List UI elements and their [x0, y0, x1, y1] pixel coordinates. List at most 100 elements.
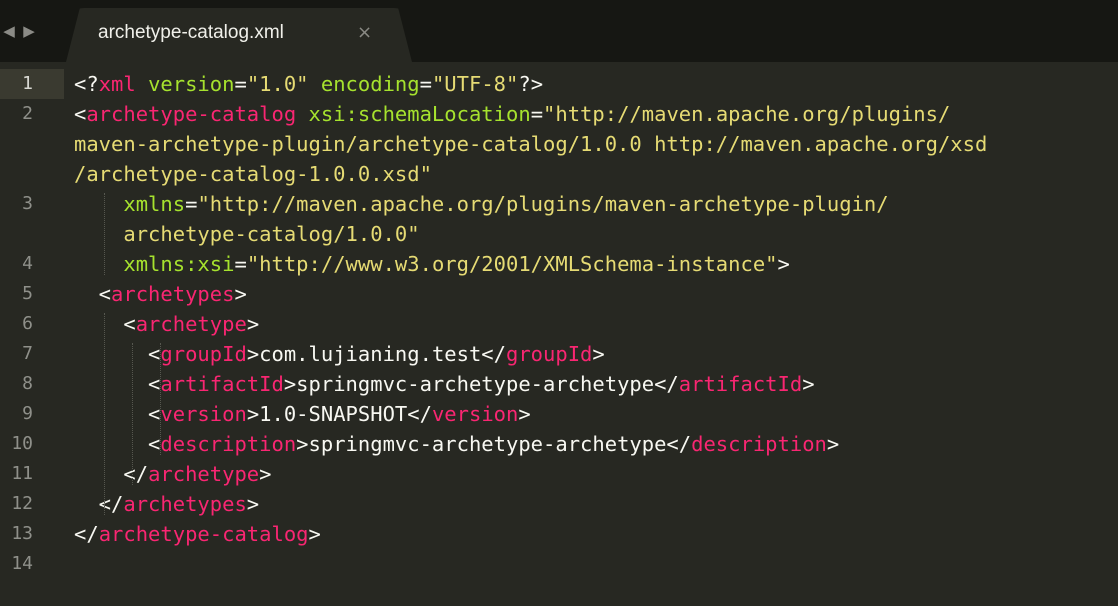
code-token: < [74, 282, 112, 306]
code-token: < [74, 432, 161, 456]
line-number: 12 [11, 493, 33, 514]
code-token: > [826, 432, 840, 456]
code-token: /archetype-catalog-1.0.0.xsd" [74, 162, 432, 186]
code-token: >springmvc-archetype-archetype</ [283, 372, 679, 396]
code-token: < [74, 402, 161, 426]
code-line: 3 xmlns="http://maven.apache.org/plugins… [0, 189, 1118, 219]
code-token: groupId [506, 342, 593, 366]
code-token: xmlns:xsi [123, 252, 235, 276]
code-token: > [234, 282, 247, 306]
code-token: > [777, 252, 790, 276]
code-token: "http://www.w3.org/2001/XMLSchema-instan… [246, 252, 778, 276]
code-text: </archetype-catalog> [74, 519, 321, 549]
line-number: 10 [11, 433, 33, 454]
code-token: description [160, 432, 297, 456]
tab-bar: ◀ ▶ archetype-catalog.xml × [0, 0, 1118, 62]
indent-guide [132, 343, 133, 485]
code-text: <?xml version="1.0" encoding="UTF-8"?> [74, 69, 543, 99]
line-number: 8 [22, 373, 33, 394]
code-token: "UTF-8" [431, 72, 519, 96]
code-token: version [160, 402, 247, 426]
line-number: 1 [22, 73, 33, 94]
code-token: >springmvc-archetype-archetype</ [296, 432, 692, 456]
code-line: 14 [0, 549, 1118, 579]
code-token: > [802, 372, 815, 396]
code-line: 7 <groupId>com.lujianing.test</groupId> [0, 339, 1118, 369]
code-text: <version>1.0-SNAPSHOT</version> [74, 399, 531, 429]
code-token: archetype-catalog [86, 102, 297, 126]
code-text: /archetype-catalog-1.0.0.xsd" [74, 159, 432, 189]
code-text: <artifactId>springmvc-archetype-archetyp… [74, 369, 815, 399]
code-token: </ [74, 522, 99, 546]
indent-guide [160, 343, 161, 455]
code-token: = [419, 72, 432, 96]
close-icon[interactable]: × [357, 22, 372, 43]
code-token: </ [74, 492, 124, 516]
indent-guide [104, 313, 105, 515]
code-text: maven-archetype-plugin/archetype-catalog… [74, 129, 987, 159]
line-number: 6 [22, 313, 33, 334]
code-token: xmlns [123, 192, 186, 216]
code-token: > [518, 402, 531, 426]
code-token: > [246, 492, 260, 516]
line-number: 4 [22, 253, 33, 274]
code-text: </archetypes> [74, 489, 259, 519]
code-token: <? [74, 72, 99, 96]
chevron-right-icon[interactable]: ▶ [20, 22, 40, 40]
code-token: artifactId [160, 372, 284, 396]
line-number: 9 [22, 403, 33, 424]
code-text: <description>springmvc-archetype-archety… [74, 429, 839, 459]
code-token: archetype-catalog [98, 522, 309, 546]
code-token: > [592, 342, 605, 366]
code-token: version [431, 402, 519, 426]
code-token: "1.0" [246, 72, 309, 96]
code-text: <archetypes> [74, 279, 247, 309]
code-token: "http://maven.apache.org/plugins/ [543, 102, 951, 126]
code-text: <groupId>com.lujianing.test</groupId> [74, 339, 605, 369]
code-token: encoding [320, 72, 420, 96]
chevron-left-icon[interactable]: ◀ [0, 22, 20, 40]
code-line: maven-archetype-plugin/archetype-catalog… [0, 129, 1118, 159]
code-line: 11 </archetype> [0, 459, 1118, 489]
code-token: = [185, 192, 198, 216]
code-token: = [234, 72, 247, 96]
code-token: version [148, 72, 235, 96]
code-token: "http://maven.apache.org/plugins/maven-a… [197, 192, 889, 216]
code-line: 12 </archetypes> [0, 489, 1118, 519]
line-number: 3 [22, 193, 33, 214]
code-line: 1 <?xml version="1.0" encoding="UTF-8"?> [0, 69, 1118, 99]
code-editor[interactable]: 1 <?xml version="1.0" encoding="UTF-8"?> 2… [0, 62, 1118, 606]
code-text: xmlns:xsi="http://www.w3.org/2001/XMLSch… [74, 249, 790, 279]
code-token: < [74, 102, 87, 126]
code-token: > [308, 522, 321, 546]
code-token: < [74, 342, 161, 366]
tab-navigation: ◀ ▶ [0, 22, 48, 42]
code-text: archetype-catalog/1.0.0" [74, 219, 419, 249]
code-token: < [74, 372, 161, 396]
code-line: 8 <artifactId>springmvc-archetype-archet… [0, 369, 1118, 399]
code-token: = [234, 252, 247, 276]
tab-title[interactable]: archetype-catalog.xml [98, 22, 284, 44]
code-token: archetype [148, 462, 260, 486]
code-token: archetype [135, 312, 247, 336]
code-text: <archetype> [74, 309, 259, 339]
code-token: description [691, 432, 827, 456]
code-token: archetypes [111, 282, 235, 306]
code-text: <archetype-catalog xsi:schemaLocation="h… [74, 99, 950, 129]
line-number: 5 [22, 283, 33, 304]
code-token: >com.lujianing.test</ [246, 342, 506, 366]
code-token: xml [98, 72, 136, 96]
code-token: maven-archetype-plugin/archetype-catalog… [74, 132, 988, 156]
code-token: archetypes [123, 492, 247, 516]
code-line: 13 </archetype-catalog> [0, 519, 1118, 549]
line-number: 13 [11, 523, 33, 544]
line-number: 7 [22, 343, 33, 364]
line-number: 11 [11, 463, 33, 484]
code-token: </ [74, 462, 149, 486]
code-text: xmlns="http://maven.apache.org/plugins/m… [74, 189, 889, 219]
